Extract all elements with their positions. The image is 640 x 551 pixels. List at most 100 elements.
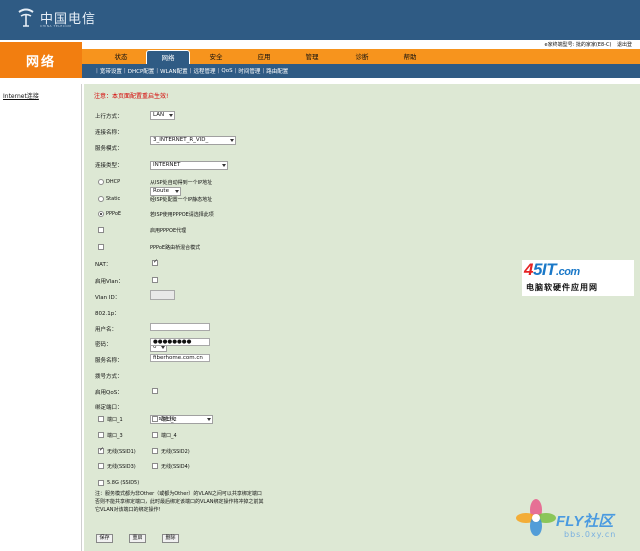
sub-tab-bar: | 宽带设置 | DHCP配置 | WLAN配置 | 远程管理 | QoS | … bbox=[82, 64, 640, 78]
uplink-select[interactable]: LAN bbox=[150, 111, 175, 120]
subtab-remote[interactable]: 远程管理 bbox=[194, 67, 216, 75]
username-input[interactable] bbox=[150, 323, 210, 331]
subtab-separator: | bbox=[96, 68, 98, 74]
telecom-logo-icon bbox=[18, 8, 34, 27]
service-mode-label: 服务模式： bbox=[95, 146, 123, 152]
vlan-enable-label: 启用Vlan： bbox=[95, 279, 124, 285]
port-2-label: 端口_2 bbox=[161, 417, 177, 423]
pppoe-desc: 若ISP使用PPPOE请选择此项 bbox=[150, 212, 214, 218]
password-input[interactable]: ●●●●●●●● bbox=[150, 338, 210, 346]
dial-mode-select[interactable]: 自动连接 bbox=[150, 415, 213, 424]
subtab-separator: | bbox=[156, 68, 159, 74]
password-label: 密码： bbox=[95, 342, 112, 348]
dropdown-arrow-icon bbox=[230, 139, 234, 142]
ssid1-checkbox[interactable] bbox=[98, 446, 104, 454]
qos-label: 启用QoS： bbox=[95, 390, 123, 396]
dropdown-arrow-icon bbox=[161, 346, 165, 349]
subtab-dhcp[interactable]: DHCP配置 bbox=[128, 67, 155, 75]
logout-link[interactable]: 退出登 bbox=[617, 42, 632, 48]
uplink-label: 上行方式： bbox=[95, 114, 123, 120]
subtab-separator: | bbox=[189, 68, 192, 74]
port-1-label: 端口_1 bbox=[107, 417, 123, 423]
static-desc: 经ISP处配置一个IP静态地址 bbox=[150, 197, 213, 203]
watermark-fly-title: FLY社区 bbox=[556, 513, 614, 530]
china-telecom-logo: 中国电信 CHINA TELECOM bbox=[16, 6, 100, 32]
pppoe-bridge-checkbox[interactable] bbox=[98, 244, 104, 250]
binding-note: 注：服务模式都为非Other（或都为Other）的VLAN之间可以共享绑定端口 … bbox=[95, 490, 325, 514]
subtab-routing[interactable]: 路由配置 bbox=[266, 67, 288, 75]
main-tab-bar: 状态 网络 安全 应用 管理 诊断 帮助 bbox=[82, 49, 640, 64]
tab-management[interactable]: 管理 bbox=[292, 50, 332, 64]
subtab-separator: | bbox=[262, 68, 265, 74]
ssid3-checkbox[interactable] bbox=[98, 463, 104, 469]
logo-subtext: CHINA TELECOM bbox=[40, 24, 72, 28]
subtab-wlan[interactable]: WLAN配置 bbox=[160, 67, 188, 75]
user-info: e家终端型号: 批的家家(E8-C) 退出登 bbox=[545, 41, 633, 48]
conn-type-select[interactable]: Route bbox=[150, 187, 181, 196]
pppoe-proxy-checkbox[interactable] bbox=[98, 227, 104, 233]
ssid2-label: 无线(SSID2) bbox=[161, 449, 190, 455]
section-title: 网络 bbox=[0, 42, 82, 78]
qos-checkbox[interactable] bbox=[152, 388, 158, 394]
delete-button[interactable]: 删除 bbox=[162, 534, 179, 543]
subtab-separator: | bbox=[123, 68, 126, 74]
vlan-id-input[interactable] bbox=[150, 290, 175, 300]
username-label: 用户名： bbox=[95, 327, 118, 333]
bind-port-label: 绑定端口： bbox=[95, 405, 123, 411]
subtab-broadband[interactable]: 宽带设置 bbox=[100, 67, 122, 75]
top-banner: 中国电信 CHINA TELECOM bbox=[0, 0, 640, 40]
port-2-checkbox[interactable] bbox=[152, 416, 158, 422]
pppoe-bridge-label: PPPoE路由桥混合模式 bbox=[150, 245, 201, 251]
dropdown-arrow-icon bbox=[207, 418, 211, 421]
tab-status[interactable]: 状态 bbox=[102, 50, 140, 64]
static-radio[interactable] bbox=[98, 196, 104, 202]
uplink-value: LAN bbox=[153, 112, 165, 118]
ssid4-checkbox[interactable] bbox=[152, 463, 158, 469]
flower-logo-icon bbox=[516, 499, 556, 536]
tab-apps[interactable]: 应用 bbox=[244, 50, 284, 64]
reset-button[interactable]: 重启 bbox=[129, 534, 146, 543]
note-line-3: 它VLAN对该端口的绑定操作! bbox=[95, 507, 161, 513]
tab-diagnostics[interactable]: 诊断 bbox=[340, 50, 384, 64]
dial-mode-label: 拨号方式： bbox=[95, 374, 123, 380]
ssid5-checkbox[interactable] bbox=[98, 480, 104, 486]
dropdown-arrow-icon bbox=[222, 164, 226, 167]
dropdown-arrow-icon bbox=[175, 190, 179, 193]
pppoe-radio[interactable] bbox=[98, 211, 104, 217]
sidebar-item-internet[interactable]: Internet连接 bbox=[3, 91, 39, 100]
nat-checkbox[interactable] bbox=[152, 258, 158, 266]
save-button[interactable]: 保存 bbox=[96, 534, 113, 543]
port-4-checkbox[interactable] bbox=[152, 432, 158, 438]
subtab-qos[interactable]: QoS bbox=[221, 68, 232, 74]
port-3-checkbox[interactable] bbox=[98, 432, 104, 438]
dhcp-desc: 从ISP处自动得到一个IP地址 bbox=[150, 180, 213, 186]
port-4-label: 端口_4 bbox=[161, 433, 177, 439]
device-model-text: e家终端型号: 批的家家(E8-C) bbox=[544, 42, 612, 48]
tab-network[interactable]: 网络 bbox=[146, 50, 190, 64]
subtab-time[interactable]: 时间管理 bbox=[238, 67, 260, 75]
vlan-enable-checkbox[interactable] bbox=[152, 277, 158, 283]
ssid1-label: 无线(SSID1) bbox=[107, 449, 136, 455]
service-name-label: 服务名称： bbox=[95, 358, 123, 364]
ssid2-checkbox[interactable] bbox=[152, 448, 158, 454]
subtab-separator: | bbox=[234, 68, 237, 74]
dropdown-arrow-icon bbox=[169, 114, 173, 117]
pppoe-proxy-label: 启用PPPOE代理 bbox=[150, 228, 187, 234]
dhcp-radio[interactable] bbox=[98, 179, 104, 185]
service-name-input[interactable]: fiberhome.com.cn bbox=[150, 354, 210, 362]
watermark-45it-tagline: 电脑软硬件应用网 bbox=[526, 283, 598, 292]
conn-name-label: 连接名称： bbox=[95, 130, 123, 136]
subtab-separator: | bbox=[217, 68, 220, 74]
note-line-2: 否则不能共享绑定端口，此时最后绑定该端口的VLAN绑定操作将冲掉之前其 bbox=[95, 499, 264, 505]
static-label: Static bbox=[106, 196, 121, 202]
tab-security[interactable]: 安全 bbox=[196, 50, 236, 64]
note-line-1: 注：服务模式都为非Other（或都为Other）的VLAN之间可以共享绑定端口 bbox=[95, 491, 262, 497]
sidebar: Internet连接 bbox=[0, 84, 82, 551]
tab-help[interactable]: 帮助 bbox=[390, 50, 430, 64]
nat-label: NAT： bbox=[95, 262, 112, 268]
service-mode-select[interactable]: INTERNET bbox=[150, 161, 228, 170]
site-watermark-45it: 45IT.com 电脑软硬件应用网 bbox=[522, 260, 634, 296]
port-1-checkbox[interactable] bbox=[98, 416, 104, 422]
ssid4-label: 无线(SSID4) bbox=[161, 464, 190, 470]
conn-name-select[interactable]: 3_INTERNET_R_VID_ bbox=[150, 136, 236, 145]
